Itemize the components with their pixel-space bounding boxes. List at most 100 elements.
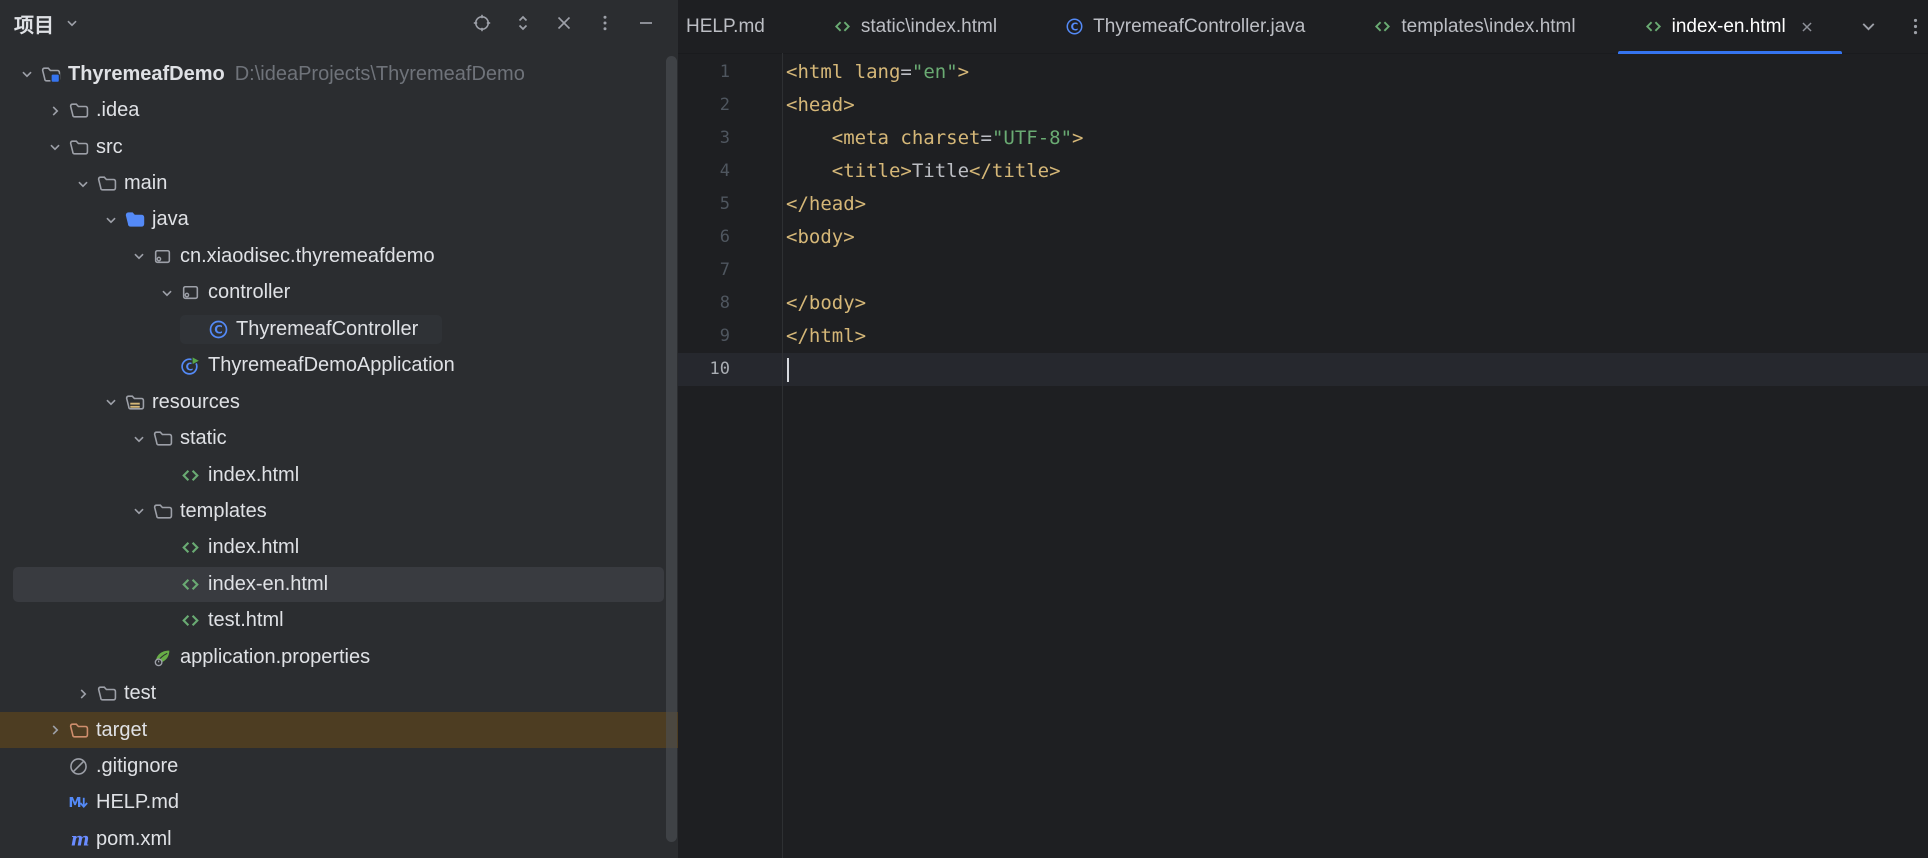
- tab-label: index-en.html: [1672, 16, 1786, 38]
- line-number: 6: [678, 221, 782, 254]
- tree-row-target[interactable]: target: [0, 712, 678, 748]
- tree-row-resources[interactable]: resources: [0, 384, 678, 420]
- tree-row-content: src: [42, 136, 123, 159]
- tree-row-src[interactable]: src: [0, 129, 678, 165]
- tab-bar-actions: [1858, 0, 1928, 53]
- chevron-down-icon[interactable]: [42, 137, 68, 157]
- tab-label: templates\index.html: [1401, 16, 1575, 38]
- tree-item-label: java: [152, 208, 189, 231]
- class-icon: C: [1065, 17, 1084, 36]
- chevron-spacer: [154, 356, 180, 376]
- folder-icon: [68, 100, 89, 121]
- tree-row-application-properties[interactable]: application.properties: [0, 639, 678, 675]
- chevron-down-icon[interactable]: [14, 64, 40, 84]
- selected-row-highlight: [13, 567, 664, 601]
- collapse-all-icon[interactable]: [554, 13, 574, 33]
- html-icon: [1373, 17, 1392, 36]
- tree-item-label: cn.xiaodisec.thyremeafdemo: [180, 245, 435, 268]
- tree-row-cn-xiaodisec-thyremeafdemo[interactable]: cn.xiaodisec.thyremeafdemo: [0, 238, 678, 274]
- chevron-spacer: [154, 465, 180, 485]
- chevron-down-icon[interactable]: [154, 283, 180, 303]
- tree-item-label: ThyremeafDemoApplication: [208, 354, 455, 377]
- gutter-separator: [782, 53, 783, 858]
- code-line: </html>: [786, 320, 1928, 353]
- tree-item-label: src: [96, 136, 123, 159]
- editor-tab-bar: HELP.md static\index.html CThyremeafContro…: [678, 0, 1928, 54]
- tree-row-test-html[interactable]: test.html: [0, 603, 678, 639]
- tree-row-static[interactable]: static: [0, 420, 678, 456]
- code-line: <body>: [786, 221, 1928, 254]
- more-options-icon[interactable]: [595, 13, 615, 33]
- tree-item-label: HELP.md: [96, 791, 179, 814]
- tab-templates-index-html[interactable]: templates\index.html: [1347, 0, 1601, 53]
- chevron-spacer: [126, 647, 152, 667]
- tree-item-label: ThyremeafDemo: [68, 63, 225, 86]
- tree-row-gitignore[interactable]: .gitignore: [0, 748, 678, 784]
- chevron-down-icon[interactable]: [98, 210, 124, 230]
- chevron-down-icon[interactable]: [98, 392, 124, 412]
- svg-text:m: m: [71, 829, 89, 850]
- code-line: <meta charset="UTF-8">: [786, 122, 1928, 155]
- project-scrollbar[interactable]: [666, 56, 677, 842]
- tree-row-content: index.html: [154, 536, 299, 559]
- tree-row-thyremeafdemo[interactable]: ThyremeafDemo D:\ideaProjects\ThyremeafDe…: [0, 56, 678, 92]
- chevron-down-icon[interactable]: [70, 174, 96, 194]
- locate-icon[interactable]: [472, 13, 492, 33]
- project-title-chevron-icon[interactable]: [63, 14, 81, 32]
- tree-row-content: CThyremeafController: [180, 315, 442, 344]
- tree-row-content: CThyremeafDemoApplication: [154, 354, 455, 377]
- project-path: D:\ideaProjects\ThyremeafDemo: [235, 63, 525, 86]
- tree-row-templates[interactable]: templates: [0, 493, 678, 529]
- tree-row-index-en-html[interactable]: index-en.html: [0, 566, 678, 602]
- tab-thyremeafcontroller-java[interactable]: CThyremeafController.java: [1039, 0, 1331, 53]
- tree-item-label: .gitignore: [96, 755, 178, 778]
- tree-row-content: test.html: [154, 609, 284, 632]
- tree-row-thyremeafcontroller[interactable]: CThyremeafController: [0, 311, 678, 347]
- package-icon: [180, 282, 201, 303]
- tree-row-controller[interactable]: controller: [0, 275, 678, 311]
- tree-item-label: index-en.html: [208, 573, 328, 596]
- chevron-right-icon[interactable]: [42, 720, 68, 740]
- tab-options-icon[interactable]: [1905, 16, 1926, 37]
- tree-row-java[interactable]: java: [0, 202, 678, 238]
- tree-row-idea[interactable]: .idea: [0, 92, 678, 128]
- tree-item-label: pom.xml: [96, 828, 172, 851]
- tab-help-md[interactable]: HELP.md: [678, 0, 791, 53]
- editor-area: HELP.md static\index.html CThyremeafContro…: [678, 0, 1928, 858]
- tree-item-label: main: [124, 172, 167, 195]
- code-line: [786, 353, 1928, 386]
- tree-row-pom-xml[interactable]: m pom.xml: [0, 821, 678, 857]
- tree-row-test[interactable]: test: [0, 675, 678, 711]
- tree-row-content: templates: [126, 500, 267, 523]
- chevron-down-icon[interactable]: [126, 246, 152, 266]
- hidden-tabs-icon[interactable]: [1858, 16, 1879, 37]
- chevron-down-icon[interactable]: [126, 429, 152, 449]
- markdown-icon: M: [68, 792, 89, 813]
- tab-index-en-html[interactable]: index-en.html: [1618, 0, 1842, 53]
- tab-close-icon[interactable]: [1798, 18, 1816, 36]
- html-icon: [833, 17, 852, 36]
- tree-row-index-html[interactable]: index.html: [0, 530, 678, 566]
- tree-row-content: test: [70, 682, 156, 705]
- tab-static-index-html[interactable]: static\index.html: [807, 0, 1023, 53]
- tree-item-label: controller: [208, 281, 290, 304]
- tree-row-main[interactable]: main: [0, 165, 678, 201]
- expand-collapse-icon[interactable]: [513, 13, 533, 33]
- tree-row-help-md[interactable]: M HELP.md: [0, 785, 678, 821]
- chevron-right-icon[interactable]: [70, 684, 96, 704]
- chevron-down-icon[interactable]: [126, 501, 152, 521]
- tree-row-index-html[interactable]: index.html: [0, 457, 678, 493]
- hide-panel-icon[interactable]: [636, 13, 656, 33]
- line-number: 2: [678, 89, 782, 122]
- tree-row-thyremeafdemoapplication[interactable]: CThyremeafDemoApplication: [0, 348, 678, 384]
- tree-row-content: application.properties: [126, 646, 370, 669]
- code-editor[interactable]: <html lang="en"><head> <meta charset="UT…: [786, 56, 1928, 386]
- chevron-spacer: [154, 538, 180, 558]
- maven-icon: m: [68, 829, 89, 850]
- chevron-right-icon[interactable]: [42, 101, 68, 121]
- folder-blue-icon: [124, 209, 145, 230]
- chevron-spacer: [154, 574, 180, 594]
- line-number: 1: [678, 56, 782, 89]
- folder-icon: [96, 683, 117, 704]
- tree-row-content: index-en.html: [154, 573, 328, 596]
